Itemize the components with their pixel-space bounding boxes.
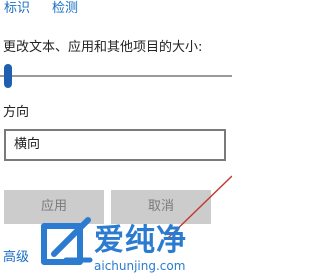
text-size-slider[interactable] [0, 60, 232, 92]
watermark-text-en: aichunjing.com [94, 259, 186, 273]
advanced-link[interactable]: 高级 [3, 248, 29, 268]
text-size-label: 更改文本、应用和其他项目的大小: [3, 40, 203, 55]
display-settings-page: 标识 检测 更改文本、应用和其他项目的大小: 方向 横向 应用 取消 高级 爱纯… [0, 0, 232, 276]
detect-link[interactable]: 检测 [52, 0, 78, 18]
orientation-selected-value: 横向 [14, 137, 41, 152]
orientation-dropdown[interactable]: 横向 [4, 129, 226, 161]
slider-thumb[interactable] [4, 64, 12, 88]
slider-track[interactable] [0, 75, 232, 77]
site-watermark: 爱纯净 aichunjing.com [36, 214, 232, 276]
top-links: 标识 检测 [4, 0, 100, 22]
orientation-label: 方向 [3, 105, 30, 120]
watermark-logo-icon [41, 217, 93, 265]
identify-link[interactable]: 标识 [4, 0, 30, 18]
watermark-text-cn: 爱纯净 [94, 223, 187, 258]
